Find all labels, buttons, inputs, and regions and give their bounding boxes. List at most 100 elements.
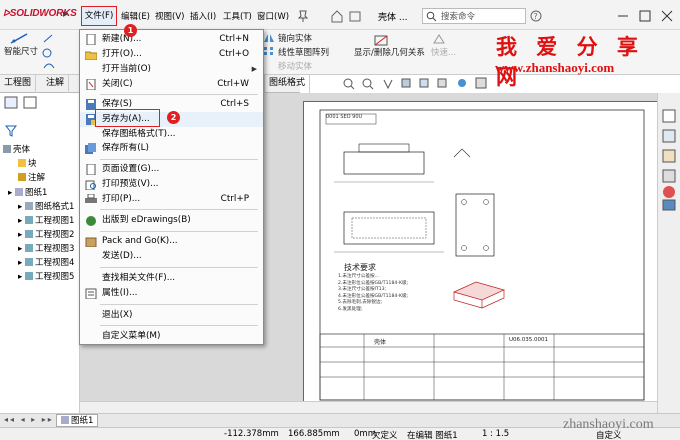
menu-item-find-references[interactable]: 查找相关文件(F)... [80, 271, 263, 286]
menu-item-open[interactable]: 打开(O)... Ctrl+O [80, 47, 263, 62]
mirror-entities-button[interactable]: 镜向实体 [278, 32, 312, 44]
status-definition: 欠定义 [372, 431, 398, 440]
tree-item-view5[interactable]: ▸ 工程视图5 [18, 270, 74, 282]
new-doc-icon [86, 34, 96, 45]
tree-item-view3[interactable]: ▸ 工程视图3 [18, 242, 74, 254]
pack-and-go-icon [85, 237, 97, 247]
document-name: 壳体 ... [378, 13, 408, 23]
tech-req-title: 技术要求 [344, 263, 376, 272]
menu-item-save-all[interactable]: 保存所有(L) [80, 141, 263, 156]
menu-separator [100, 267, 258, 268]
drawing-views [319, 109, 645, 401]
properties-icon [85, 288, 97, 299]
pin-icon[interactable] [296, 9, 310, 22]
file-menu-dropdown: 新建(N)... Ctrl+N 打开(O)... Ctrl+O 打开当前(O) ▶ 关… [79, 29, 264, 345]
menu-item-publish-edrawings[interactable]: 出版到 eDrawings(B) [80, 213, 263, 228]
menu-separator [100, 231, 258, 232]
tree-root[interactable]: 壳体 [3, 143, 30, 155]
linear-pattern-icon[interactable] [263, 46, 275, 56]
tab-sheet-format[interactable]: 图纸格式 [264, 75, 311, 93]
svg-text:?: ? [534, 12, 538, 21]
watermark-url-bottom: zhanshaoyi.com [563, 417, 654, 432]
submenu-arrow-icon: ▶ [251, 65, 257, 73]
linear-pattern-button[interactable]: 线性草图阵列 [278, 46, 329, 58]
menu-separator [100, 94, 258, 95]
menu-item-pack-and-go[interactable]: Pack and Go(K)... [80, 234, 263, 249]
filter-icon[interactable] [4, 125, 18, 137]
menu-insert[interactable]: 插入(I) [190, 10, 216, 25]
menu-separator [100, 159, 258, 160]
menu-item-send[interactable]: 发送(D)... [80, 249, 263, 264]
menu-item-open-current[interactable]: 打开当前(O) ▶ [80, 62, 263, 77]
save-all-icon [85, 143, 96, 154]
menu-item-print[interactable]: 打印(P)... Ctrl+P [80, 192, 263, 207]
mirror-icon[interactable] [263, 32, 275, 44]
tab-annotation[interactable]: 注解 [42, 75, 70, 93]
print-preview-icon [85, 180, 96, 190]
menu-item-new[interactable]: 新建(N)... Ctrl+N [80, 32, 263, 47]
tree-item-view2[interactable]: ▸ 工程视图2 [18, 228, 74, 240]
page-setup-icon [86, 164, 96, 175]
relations-icon[interactable] [372, 33, 392, 47]
smart-dimension-icon[interactable] [8, 32, 30, 46]
quick-snaps-icon[interactable] [432, 33, 446, 45]
task-pane-icons[interactable] [658, 93, 680, 213]
search-placeholder: 搜索命令 [441, 12, 476, 22]
print-icon [85, 194, 97, 203]
status-y: 166.885mm [288, 429, 340, 439]
status-scale[interactable]: 1 : 1.5 [482, 429, 509, 439]
horizontal-scrollbar[interactable] [80, 401, 657, 413]
sheet-nav-arrows[interactable]: ◂◂ ◂ ▸ ▸▸ [4, 415, 54, 424]
edrawings-icon [86, 216, 96, 226]
search-input[interactable]: 搜索命令 [422, 8, 526, 24]
menu-item-customize[interactable]: 自定义菜单(M) [80, 329, 263, 344]
search-icon [426, 11, 437, 22]
logo-chevron-icon[interactable]: ▶ [63, 10, 68, 18]
menu-item-properties[interactable]: 属性(I)... [80, 286, 263, 301]
drawing-top-label: 0001 SEO 90U [326, 114, 363, 120]
tree-item-annotations[interactable]: 注解 [18, 171, 45, 183]
open-folder-icon [85, 51, 97, 60]
title-block-drawing-no: U06.035.0001 [509, 337, 549, 343]
panel-tab-icons[interactable] [4, 96, 54, 110]
tree-item-sheet1[interactable]: ▸ 图纸1 [8, 186, 47, 198]
menu-edit[interactable]: 编辑(E) [121, 10, 150, 25]
tree-item-view1[interactable]: ▸ 工程视图1 [18, 214, 74, 226]
drawing-sheet[interactable]: 0001 SEO 90U 技术要求 1.未注尺寸公差按... 2.未注形位公差按… [303, 101, 659, 405]
tree-item-view4[interactable]: ▸ 工程视图4 [18, 256, 74, 268]
task-pane-bar [657, 93, 680, 413]
menu-separator [100, 209, 258, 210]
show-hide-relations-button[interactable]: 显示/删除几何关系 [354, 46, 425, 58]
tab-drawing[interactable]: 工程图 [0, 75, 37, 93]
menu-item-save-sheet-format[interactable]: 保存图纸格式(T)... [80, 127, 263, 142]
step-badge-1: 1 [124, 24, 137, 37]
feature-manager-panel: 壳体 块 注解 ▸ 图纸1 ▸ 图纸格式1 ▸ 工程视图1 ▸ 工程视图2 ▸ … [0, 93, 80, 413]
title-bar: ᐅSOLIDWORKS ▶ 文件(F) 编辑(E) 视图(V) 插入(I) 工具… [0, 0, 680, 30]
status-editing: 在编辑 图纸1 [407, 431, 458, 440]
menu-separator [100, 304, 258, 305]
step-badge-2: 2 [167, 111, 180, 124]
move-entities-button[interactable]: 移动实体 [278, 60, 312, 72]
home-icon[interactable] [330, 9, 370, 23]
window-controls: ? [528, 9, 678, 23]
menu-separator [100, 325, 258, 326]
save-as-highlight-box [95, 109, 160, 127]
menu-item-page-setup[interactable]: 页面设置(G)... [80, 162, 263, 177]
sheet-tab-1[interactable]: 图纸1 [56, 414, 99, 427]
quick-snaps-button[interactable]: 快速... [431, 46, 456, 58]
menu-item-print-preview[interactable]: 打印预览(V)... [80, 177, 263, 192]
tree-item-blocks[interactable]: 块 [18, 157, 37, 169]
view-toolbar[interactable] [340, 76, 490, 92]
menu-tools[interactable]: 工具(T) [223, 10, 252, 25]
sketch-tools-icons[interactable] [42, 32, 72, 72]
title-block-part: 壳体 [374, 339, 387, 346]
menu-window[interactable]: 窗口(W) [257, 10, 289, 25]
menu-item-close[interactable]: 关闭(C) Ctrl+W [80, 77, 263, 92]
status-x: -112.378mm [224, 429, 279, 439]
smart-dimension-label[interactable]: 智能尺寸 [4, 45, 38, 57]
menu-file[interactable]: 文件(F) [81, 6, 117, 26]
tree-item-sheet-format1[interactable]: ▸ 图纸格式1 [18, 200, 74, 212]
menu-view[interactable]: 视图(V) [155, 10, 184, 25]
watermark-url: www.zhanshaoyi.com [495, 60, 615, 75]
menu-item-exit[interactable]: 退出(X) [80, 308, 263, 323]
